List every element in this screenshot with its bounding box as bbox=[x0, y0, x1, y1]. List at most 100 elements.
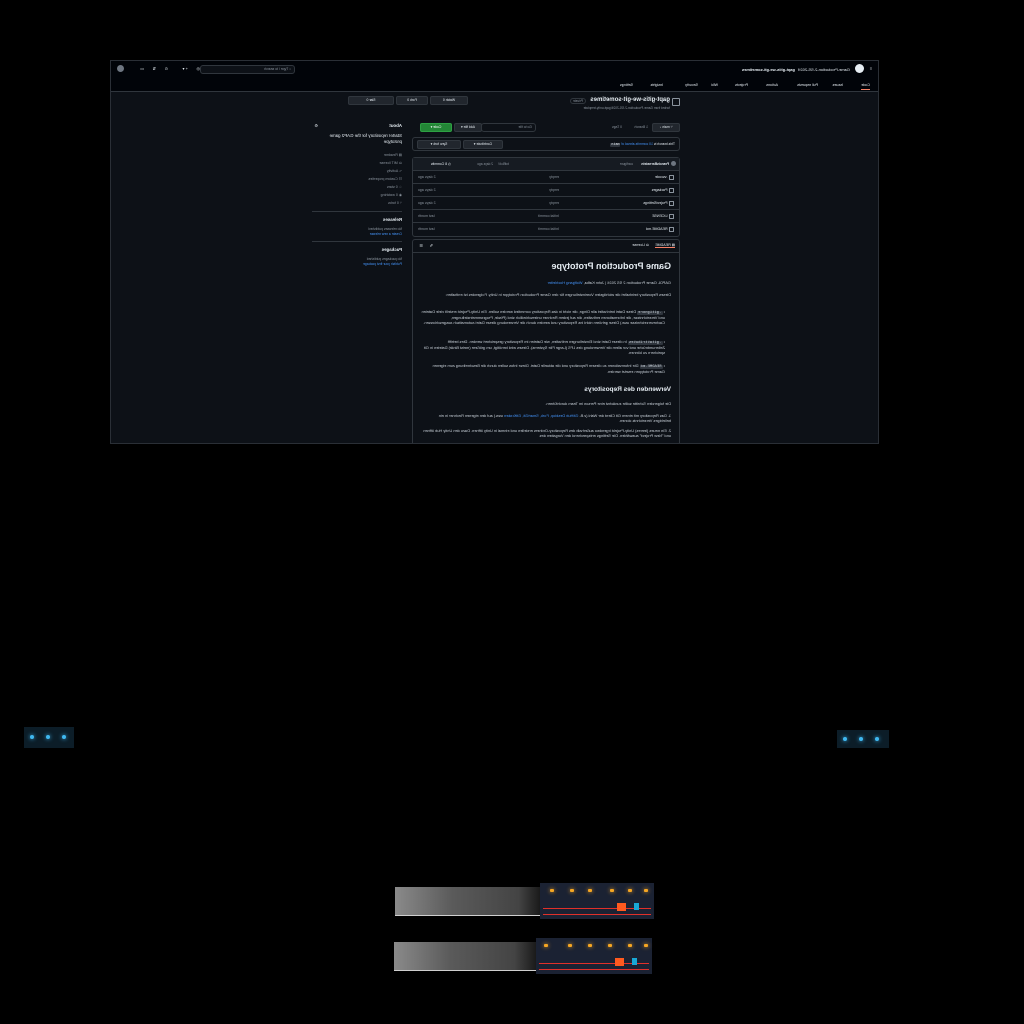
section-intro: Die folgenden Schritte sollte zunächst e… bbox=[545, 401, 671, 406]
sidebar-item-forks[interactable]: ⑂ 0 forks bbox=[388, 201, 402, 205]
releases-text: No releases published bbox=[368, 227, 402, 231]
forked-from-text[interactable]: forked from Game-Production-2-SS-2024/ga… bbox=[584, 106, 670, 110]
global-header: ≡ Game-Production-2-SS-2024 / gapt-gitis… bbox=[111, 61, 878, 78]
releases-heading[interactable]: Releases bbox=[383, 217, 402, 223]
file-name[interactable]: .vscode bbox=[655, 175, 667, 179]
copilot-icon[interactable]: ◎ bbox=[197, 66, 201, 71]
code-button[interactable]: Code ▾ bbox=[420, 123, 452, 132]
commit-hash[interactable]: bdf5c4f bbox=[499, 162, 509, 166]
list-item: • .gitattributes In dieser Datei sind Ei… bbox=[423, 339, 665, 355]
file-date: 2 days ago bbox=[418, 175, 436, 179]
gear-icon[interactable]: ⚙ bbox=[314, 123, 318, 128]
edit-icon[interactable]: ✎ bbox=[430, 243, 433, 248]
commit-message[interactable]: empty bbox=[549, 171, 559, 183]
commit-time: 2 days ago bbox=[477, 162, 493, 166]
table-row[interactable]: .vscode empty 2 days ago bbox=[413, 170, 679, 183]
repo-icon bbox=[672, 98, 680, 106]
tab-security[interactable]: Security bbox=[685, 81, 698, 89]
about-sidebar: About ⚙ Starter repository for the GAP2 … bbox=[312, 123, 402, 283]
star-icon: ☆ bbox=[397, 185, 402, 189]
branches-link[interactable]: 1 Branch bbox=[634, 125, 648, 129]
readme-title: Game Production Prototype bbox=[551, 261, 671, 271]
table-row[interactable]: ProjectSettings empty 2 days ago bbox=[413, 196, 679, 209]
table-row[interactable]: Packages empty 2 days ago bbox=[413, 183, 679, 196]
packages-heading[interactable]: Packages bbox=[382, 247, 402, 253]
commit-message[interactable]: empty bbox=[549, 184, 559, 196]
org-breadcrumb[interactable]: Game-Production-2-SS-2024 bbox=[798, 67, 850, 72]
grey-strip-1 bbox=[395, 887, 540, 916]
global-search-input[interactable]: ⌕ Type / to search bbox=[200, 65, 295, 74]
readme-panel: ▤ README ⚖ License ✎ ☰ Game Production P… bbox=[412, 239, 680, 444]
tab-issues[interactable]: Issues bbox=[833, 81, 843, 89]
github-logo-icon[interactable] bbox=[855, 64, 864, 73]
plus-icon[interactable]: + ▾ bbox=[183, 66, 188, 71]
pulls-icon[interactable]: ⇅ bbox=[153, 66, 156, 71]
repo-breadcrumb[interactable]: gapt-gitis-we-git-sometimes bbox=[742, 67, 795, 72]
author-link[interactable]: Wolfgang Hochleiter bbox=[548, 280, 583, 285]
section-title: Verwenden des Repositorys bbox=[584, 386, 671, 393]
add-file-button[interactable]: Add file ▾ bbox=[454, 123, 482, 132]
issues-icon[interactable]: ⊙ bbox=[165, 66, 168, 71]
sliders-icon: ☷ bbox=[397, 177, 402, 181]
file-icon bbox=[669, 213, 674, 219]
history-icon: ◷ bbox=[447, 162, 451, 166]
branch-select[interactable]: ⑂ main ▾ bbox=[652, 123, 680, 132]
tab-projects[interactable]: Projects bbox=[735, 81, 748, 89]
sync-fork-button[interactable]: Sync fork ▾ bbox=[417, 140, 461, 149]
file-name[interactable]: LICENSE bbox=[652, 214, 667, 218]
tab-wiki[interactable]: Wiki bbox=[711, 81, 718, 89]
latest-commit-bar: FrancisBernstein configure bdf5c4f 2 day… bbox=[413, 158, 679, 170]
file-name[interactable]: Packages bbox=[652, 188, 668, 192]
tab-actions[interactable]: Actions bbox=[766, 81, 778, 89]
sidebar-item-activity[interactable]: ∿ Activity bbox=[387, 169, 402, 173]
inbox-icon[interactable]: ▭ bbox=[140, 66, 144, 71]
file-name[interactable]: ProjectSettings bbox=[643, 201, 667, 205]
file-name[interactable]: README.md bbox=[646, 227, 667, 231]
tab-license[interactable]: ⚖ License bbox=[632, 243, 649, 247]
commits-ahead-link[interactable]: 10 commits ahead of bbox=[621, 142, 652, 146]
watch-button[interactable]: Watch 0 bbox=[430, 96, 468, 105]
tab-insights[interactable]: Insights bbox=[651, 81, 663, 89]
repo-tabs: Code Issues Pull requests Actions Projec… bbox=[111, 78, 878, 92]
branch-icon: ⑂ bbox=[670, 125, 673, 129]
book-icon: ▤ bbox=[670, 243, 675, 247]
sidebar-item-watching[interactable]: ◉ 0 watching bbox=[381, 193, 402, 197]
readme-intro: Dieses Repository beinhaltet die wichtig… bbox=[445, 292, 672, 297]
about-heading: About bbox=[389, 123, 402, 128]
publish-package-link[interactable]: Publish your first package bbox=[363, 262, 402, 266]
table-row[interactable]: README.md Initial commit last month bbox=[413, 222, 679, 235]
table-row[interactable]: LICENSE Initial commit last month bbox=[413, 209, 679, 222]
light-panel-1 bbox=[540, 883, 654, 919]
github-repo-window: ≡ Game-Production-2-SS-2024 / gapt-gitis… bbox=[110, 60, 879, 444]
go-to-file-input[interactable]: Go to file bbox=[481, 123, 536, 132]
tab-settings[interactable]: Settings bbox=[620, 81, 633, 89]
git-client-links[interactable]: GitHub Desktop, Fork, SmartGit, GitKrake… bbox=[504, 413, 578, 418]
file-date: 2 days ago bbox=[418, 188, 436, 192]
tab-pull-requests[interactable]: Pull requests bbox=[797, 81, 818, 89]
avatar[interactable] bbox=[117, 65, 124, 72]
file-date: last month bbox=[418, 227, 435, 231]
contribute-button[interactable]: Contribute ▾ bbox=[463, 140, 503, 149]
blue-lights-right bbox=[837, 730, 889, 748]
commit-message[interactable]: empty bbox=[549, 197, 559, 209]
outline-icon[interactable]: ☰ bbox=[419, 243, 423, 248]
commit-message[interactable]: Initial commit bbox=[538, 223, 559, 235]
commit-count[interactable]: ◷ 8 Commits bbox=[431, 162, 451, 166]
list-item: 2. Ein neues (leeres) Unity-Projekt irge… bbox=[423, 428, 671, 438]
commit-author[interactable]: FrancisBernstein bbox=[641, 162, 669, 166]
tags-link[interactable]: 0 Tags bbox=[612, 125, 622, 129]
tab-readme[interactable]: ▤ README bbox=[655, 243, 675, 249]
tab-code[interactable]: Code bbox=[861, 81, 870, 90]
pulse-icon: ∿ bbox=[398, 169, 402, 173]
sidebar-item-stars[interactable]: ☆ 0 stars bbox=[387, 185, 402, 189]
sidebar-item-properties[interactable]: ☷ Custom properties bbox=[368, 177, 402, 181]
create-release-link[interactable]: Create a new release bbox=[370, 232, 402, 236]
divider bbox=[312, 241, 402, 242]
sidebar-item-license[interactable]: ⚖ MIT license bbox=[379, 161, 402, 165]
fork-button[interactable]: Fork 0 bbox=[396, 96, 428, 105]
repo-name[interactable]: gapt-gitis-we-git-sometimes bbox=[590, 97, 670, 105]
commit-message[interactable]: Initial commit bbox=[538, 210, 559, 222]
hamburger-icon[interactable]: ≡ bbox=[870, 66, 872, 71]
sidebar-item-readme[interactable]: ▤ Readme bbox=[384, 153, 402, 157]
star-button[interactable]: Star 0 bbox=[348, 96, 394, 105]
